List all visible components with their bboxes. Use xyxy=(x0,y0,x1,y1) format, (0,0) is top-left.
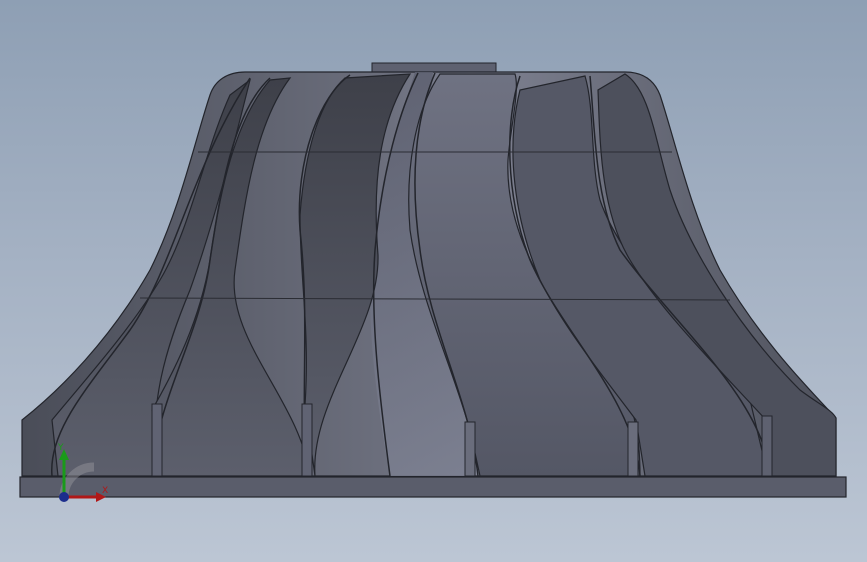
base-plate xyxy=(19,476,847,498)
triad-y-label: Y xyxy=(58,443,64,453)
impeller-model[interactable] xyxy=(0,0,867,562)
blade-notch-4 xyxy=(627,421,639,477)
triad-x-label: X xyxy=(102,486,109,496)
blade-notch-3 xyxy=(464,421,476,477)
graphics-viewport[interactable]: Y X xyxy=(0,0,867,562)
blade-notch-1 xyxy=(151,403,163,477)
blade-notch-2 xyxy=(301,403,313,477)
blade-notch-5 xyxy=(761,415,773,477)
